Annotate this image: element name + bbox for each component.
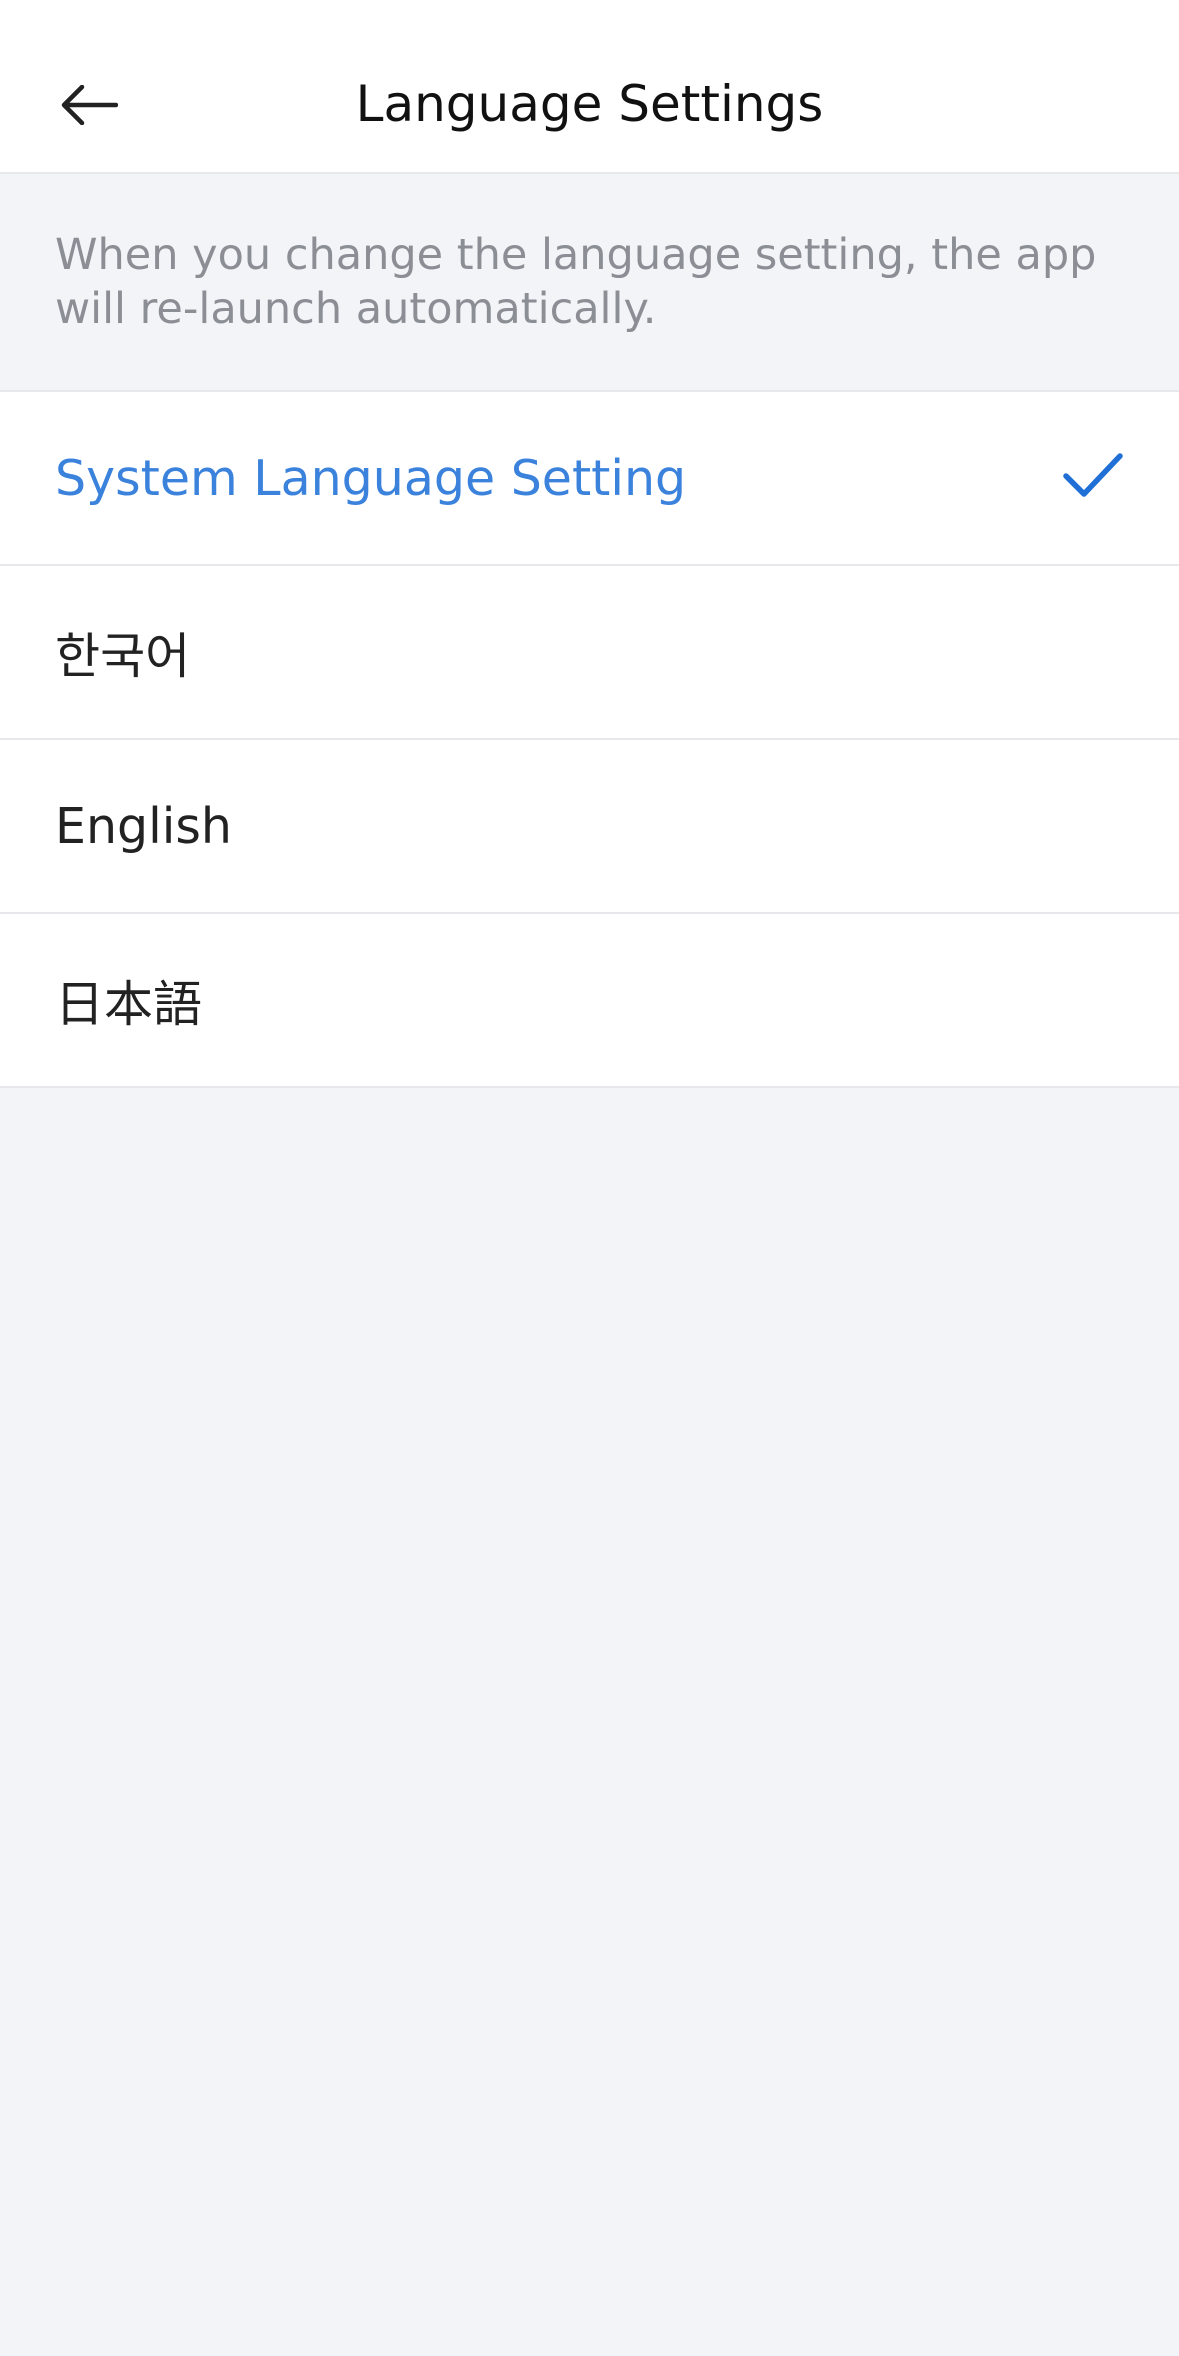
language-option-system[interactable]: System Language Setting xyxy=(0,392,1179,566)
header-bar: Language Settings xyxy=(0,0,1179,174)
language-option-japanese[interactable]: 日本語 xyxy=(0,914,1179,1088)
language-options-list: System Language Setting 한국어 English 日本語 xyxy=(0,390,1179,1088)
option-label: 日本語 xyxy=(55,975,203,1033)
language-option-korean[interactable]: 한국어 xyxy=(0,566,1179,740)
notice-text: When you change the language setting, th… xyxy=(55,230,1097,334)
option-label: 한국어 xyxy=(55,627,191,685)
language-option-english[interactable]: English xyxy=(0,740,1179,914)
option-label: English xyxy=(55,797,232,855)
option-label: System Language Setting xyxy=(55,449,687,507)
checkmark-icon xyxy=(1063,453,1123,497)
page-title: Language Settings xyxy=(355,75,824,133)
relaunch-notice: When you change the language setting, th… xyxy=(0,174,1179,390)
